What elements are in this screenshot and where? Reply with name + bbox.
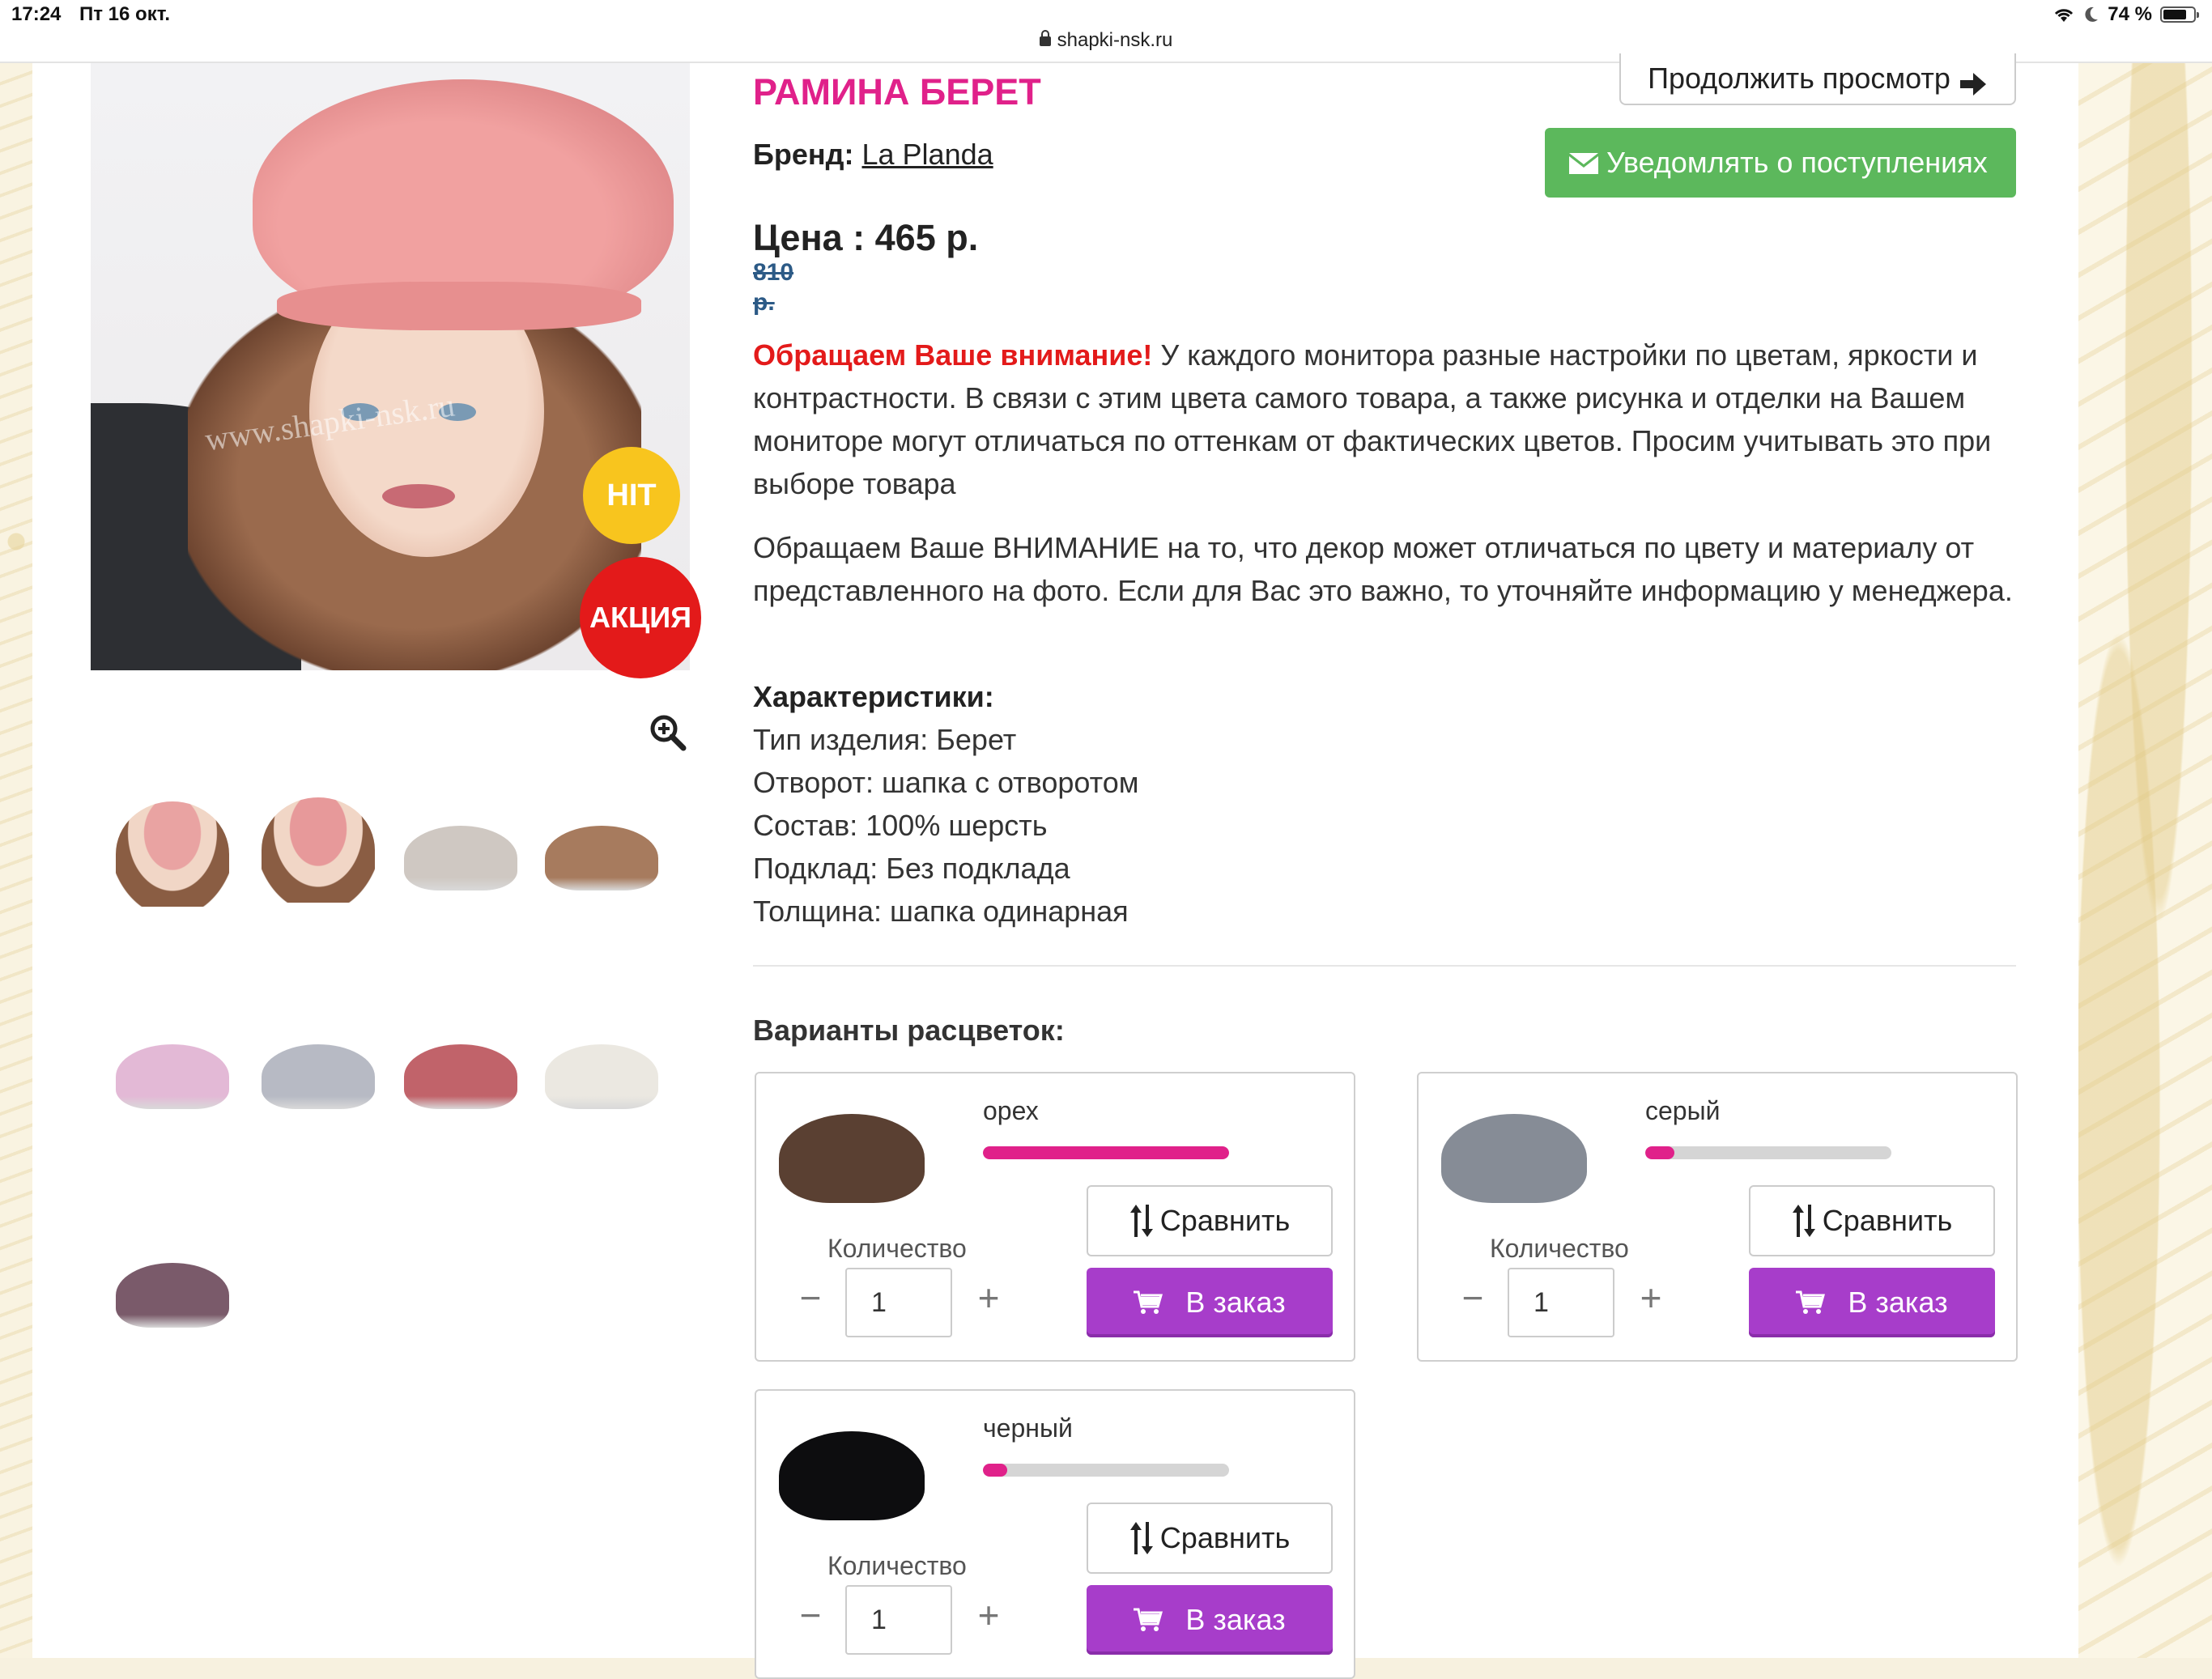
- stock-bar: [1645, 1146, 1891, 1159]
- quantity-label: Количество: [827, 1234, 967, 1263]
- page-background-right: [2078, 63, 2212, 1658]
- sale-badge: АКЦИЯ: [580, 557, 701, 678]
- compare-button[interactable]: Сравнить: [1087, 1503, 1333, 1574]
- compare-button[interactable]: Сравнить: [1087, 1185, 1333, 1256]
- characteristic-item: Тип изделия: Берет: [753, 723, 1017, 756]
- quantity-label: Количество: [827, 1551, 967, 1580]
- quantity-label: Количество: [1490, 1234, 1629, 1263]
- quantity-input[interactable]: 1: [1508, 1268, 1614, 1337]
- variant-card: серый Сравнить Количество −1 + В заказ: [1417, 1072, 2018, 1362]
- address-bar[interactable]: shapki-nsk.ru: [0, 29, 2212, 52]
- old-price-value: 810: [753, 259, 794, 286]
- thumbnail-image[interactable]: [112, 1012, 233, 1133]
- cart-icon: [1134, 1608, 1163, 1631]
- thumbnail-image[interactable]: [541, 793, 662, 915]
- quantity-input[interactable]: 1: [845, 1585, 952, 1655]
- decrease-quantity-button[interactable]: −: [798, 1596, 823, 1634]
- stock-bar: [983, 1146, 1229, 1159]
- thumbnail-image[interactable]: [541, 1012, 662, 1133]
- continue-browsing-button[interactable]: Продолжить просмотр: [1619, 53, 2016, 105]
- moon-icon: [2085, 6, 2099, 22]
- old-price-currency: р.: [753, 289, 775, 316]
- brand-label: Бренд:: [753, 138, 854, 171]
- characteristic-item: Подклад: Без подклада: [753, 852, 1070, 885]
- thumbnail-image[interactable]: [400, 1012, 521, 1133]
- variant-name: серый: [1645, 1096, 1721, 1125]
- order-label: В заказ: [1185, 1603, 1286, 1636]
- lock-icon: [1039, 30, 1051, 46]
- sort-arrows-icon: [1129, 1522, 1153, 1554]
- quantity-input[interactable]: 1: [845, 1268, 952, 1337]
- compare-label: Сравнить: [1822, 1204, 1953, 1237]
- brand-line: Бренд: La Planda: [753, 138, 993, 172]
- wifi-icon: [2055, 9, 2074, 22]
- cart-icon: [1796, 1290, 1826, 1314]
- page-background-left: [0, 63, 32, 1658]
- variant-image: [779, 1431, 925, 1520]
- add-to-order-button[interactable]: В заказ: [1087, 1268, 1333, 1337]
- thumbnail-image[interactable]: [257, 789, 379, 911]
- cart-icon: [1134, 1290, 1163, 1314]
- thumbnail-image[interactable]: [257, 1012, 379, 1133]
- continue-label: Продолжить просмотр: [1648, 62, 1950, 95]
- variant-image: [1441, 1114, 1587, 1203]
- notice-warning: Обращаем Ваше внимание!: [753, 338, 1153, 372]
- increase-quantity-button[interactable]: +: [1639, 1279, 1663, 1316]
- status-indicators: 74 %: [2052, 3, 2199, 26]
- sort-arrows-icon: [1792, 1205, 1815, 1237]
- price: Цена : 465 р.: [753, 217, 979, 258]
- decrease-quantity-button[interactable]: −: [798, 1279, 823, 1316]
- battery-percent: 74 %: [2108, 3, 2152, 25]
- compare-button[interactable]: Сравнить: [1749, 1185, 1995, 1256]
- variant-name: орех: [983, 1096, 1039, 1125]
- color-notice: Обращаем Ваше внимание! У каждого монито…: [753, 334, 2016, 505]
- sort-arrows-icon: [1129, 1205, 1153, 1237]
- envelope-icon: [1569, 153, 1598, 174]
- variant-image: [779, 1114, 925, 1203]
- characteristics: Характеристики: Тип изделия: Берет Отвор…: [753, 675, 1139, 933]
- brand-link[interactable]: La Planda: [862, 138, 993, 171]
- battery-icon: [2160, 6, 2199, 23]
- divider: [753, 965, 2016, 967]
- compare-label: Сравнить: [1159, 1204, 1291, 1237]
- characteristic-item: Отворот: шапка с отворотом: [753, 766, 1139, 799]
- add-to-order-button[interactable]: В заказ: [1749, 1268, 1995, 1337]
- arrow-right-icon: [1959, 73, 1986, 96]
- old-price: 810 р.: [753, 257, 802, 317]
- product-title: РАМИНА БЕРЕТ: [753, 71, 1041, 113]
- characteristics-title: Характеристики:: [753, 680, 994, 713]
- decor-notice: Обращаем Ваше ВНИМАНИЕ на то, что декор …: [753, 531, 2013, 607]
- variants-title: Варианты расцветок:: [753, 1014, 1065, 1047]
- thumbnail-image[interactable]: [400, 793, 521, 915]
- characteristic-item: Толщина: шапка одинарная: [753, 895, 1129, 928]
- status-date: Пт 16 окт.: [79, 3, 171, 25]
- decrease-quantity-button[interactable]: −: [1461, 1279, 1485, 1316]
- increase-quantity-button[interactable]: +: [976, 1596, 1001, 1634]
- characteristic-item: Состав: 100% шерсть: [753, 809, 1048, 842]
- variant-name: черный: [983, 1413, 1073, 1443]
- status-time: 17:24: [11, 3, 62, 25]
- address-url: shapki-nsk.ru: [1057, 29, 1173, 51]
- order-label: В заказ: [1848, 1286, 1948, 1319]
- order-label: В заказ: [1185, 1286, 1286, 1319]
- hit-badge: HIT: [583, 447, 680, 544]
- increase-quantity-button[interactable]: +: [976, 1279, 1001, 1316]
- thumbnail-image[interactable]: [112, 1231, 233, 1352]
- compare-label: Сравнить: [1159, 1521, 1291, 1554]
- variant-card: орех Сравнить Количество −1 + В заказ: [755, 1072, 1355, 1362]
- add-to-order-button[interactable]: В заказ: [1087, 1585, 1333, 1655]
- notify-button[interactable]: Уведомлять о поступлениях: [1545, 128, 2016, 198]
- thumbnail-image[interactable]: [112, 793, 233, 915]
- notify-label: Уведомлять о поступлениях: [1606, 146, 1988, 179]
- variant-card: черный Сравнить Количество −1 + В заказ: [755, 1389, 1355, 1679]
- zoom-in-icon[interactable]: [648, 712, 687, 751]
- stock-bar: [983, 1464, 1229, 1477]
